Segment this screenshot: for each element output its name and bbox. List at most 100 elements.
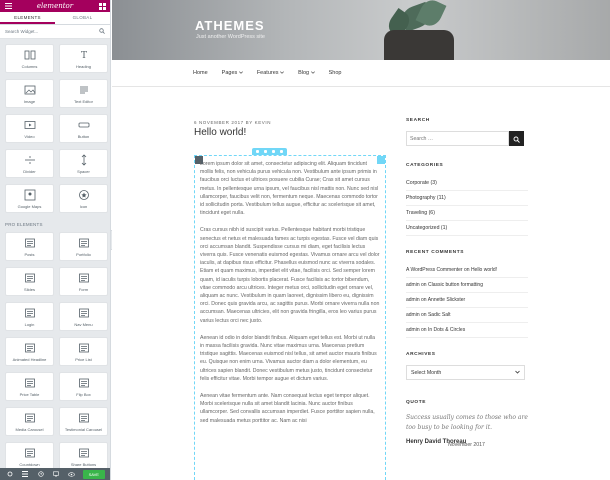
widget-icon[interactable]: Icon [59,184,108,213]
recent-comment: admin on Classic button formatting [406,278,528,293]
menu-icon[interactable] [4,2,12,10]
quote-title: Quote [406,400,427,405]
move-icon[interactable] [264,150,268,153]
tab-global[interactable]: Global [55,12,110,24]
save-button[interactable]: Save [82,469,105,479]
comment-author-link[interactable]: A WordPress Commenter [406,267,463,273]
widget-heading[interactable]: T Heading [59,44,108,73]
widget-price-table[interactable]: Price Table [5,372,54,401]
comment-author-link[interactable]: admin [406,282,420,288]
search-icon [99,28,105,35]
widget-animated-headline[interactable]: Animated Headline [5,337,54,366]
site-title[interactable]: ATHEMES [195,18,265,33]
chevron-down-icon [280,70,285,76]
post-title[interactable]: Hello world! [194,127,246,138]
nav-item-home[interactable]: Home [193,70,208,76]
widget-nav-menu[interactable]: Nav Menu [59,302,108,331]
category-link[interactable]: Corporate (3) [406,176,528,191]
main-navigation: Home Pages Features Blog Shop [112,60,610,87]
widget-divider[interactable]: Divider [5,149,54,178]
widgets-grid-icon[interactable] [98,2,106,10]
plant-pot-image [384,30,454,60]
comment-post-link[interactable]: Hello world! [471,267,497,273]
comment-on-text: on [419,282,428,288]
archives-select[interactable]: Select Month [406,365,525,380]
category-link[interactable]: Uncategorized (1) [406,221,528,236]
comment-on-text: on [419,312,428,318]
widget-image[interactable]: Image [5,79,54,108]
widget-google-maps[interactable]: Google Maps [5,184,54,213]
settings-icon[interactable] [6,470,14,478]
nav-item-label: Home [193,70,208,76]
widget-flip-box[interactable]: Flip Box [59,372,108,401]
widget-label: Countdown [19,461,40,467]
nav-item-blog[interactable]: Blog [298,70,315,76]
widget-posts[interactable]: Posts [5,232,54,261]
comment-on-text: on [462,267,471,273]
price-list-icon [78,342,90,354]
preview-icon[interactable] [67,470,75,478]
duplicate-icon[interactable] [271,150,275,153]
widget-login[interactable]: Login [5,302,54,331]
panel-footer: Save [0,468,110,480]
widget-search-input[interactable]: Search Widget... [0,25,110,39]
section-edit-toolbar[interactable] [252,148,287,155]
nav-menu-icon [78,307,90,319]
post-paragraph: Lorem ipsum dolor sit amet, consectetur … [200,161,379,217]
search-button[interactable] [509,131,524,146]
widget-media-carousel[interactable]: Media Carousel [5,407,54,436]
comment-post-link[interactable]: Sadic Salt [428,312,451,318]
quote-text: Success usually comes to those who are t… [406,414,528,431]
widget-label: Button [77,133,90,139]
add-icon[interactable] [256,150,260,153]
divider-icon [24,154,36,166]
widget-slides[interactable]: Slides [5,267,54,296]
chevron-down-icon [310,70,315,76]
widget-spacer[interactable]: Spacer [59,149,108,178]
widget-price-list[interactable]: Price List [59,337,108,366]
pro-elements-title: Pro Elements [5,222,43,227]
comment-author-link[interactable]: admin [406,327,420,333]
nav-item-shop[interactable]: Shop [329,70,342,76]
widget-portfolio[interactable]: Portfolio [59,232,108,261]
tab-elements[interactable]: Elements [0,12,55,24]
comment-post-link[interactable]: Classic button formatting [428,282,483,288]
history-icon[interactable] [37,470,45,478]
widget-text-editor[interactable]: Text Editor [59,79,108,108]
widget-label: Animated Headline [12,356,47,362]
widget-label: Posts [24,251,35,257]
search-input[interactable] [406,131,509,146]
comment-author-link[interactable]: admin [406,297,420,303]
price-table-icon [24,377,36,389]
widget-form[interactable]: Form [59,267,108,296]
sidebar: Search Categories Corporate (3) Photogra… [406,118,528,445]
image-icon [24,84,36,96]
widget-share-buttons[interactable]: Share Buttons [59,442,108,471]
widget-columns[interactable]: Columns [5,44,54,73]
comment-post-link[interactable]: Annette Slickster [428,297,466,303]
video-icon [24,119,36,131]
widget-label: Icon [79,203,88,209]
widget-video[interactable]: Video [5,114,54,143]
nav-item-features[interactable]: Features [257,70,285,76]
widget-button[interactable]: Button [59,114,108,143]
post-paragraph: Cras cursus nibh id suscipit varius. Pel… [200,227,380,324]
countdown-icon [24,447,36,459]
comment-post-link[interactable]: In Dots & Circles [428,327,465,333]
pro-widgets-grid: Posts Portfolio Slides Form Login Nav Menu Ani… [0,227,110,476]
post-content[interactable]: Lorem ipsum dolor sit amet, consectetur … [200,160,380,434]
chevron-down-icon [515,370,520,376]
category-link[interactable]: Traveling (6) [406,206,528,221]
widget-testimonial-carousel[interactable]: Testimonial Carousel [59,407,108,436]
category-link[interactable]: Photography (11) [406,191,528,206]
animated-headline-icon [24,342,36,354]
comment-author-link[interactable]: admin [406,312,420,318]
navigator-icon[interactable] [21,470,29,478]
nav-item-pages[interactable]: Pages [222,70,243,76]
nav-item-label: Blog [298,70,310,76]
close-icon[interactable] [279,150,283,153]
widget-countdown[interactable]: Countdown [5,442,54,471]
post-paragraph: Aenean vitae fermentum ante. Nam consequ… [200,393,375,424]
responsive-mode-icon[interactable] [52,470,60,478]
button-icon [78,119,90,131]
